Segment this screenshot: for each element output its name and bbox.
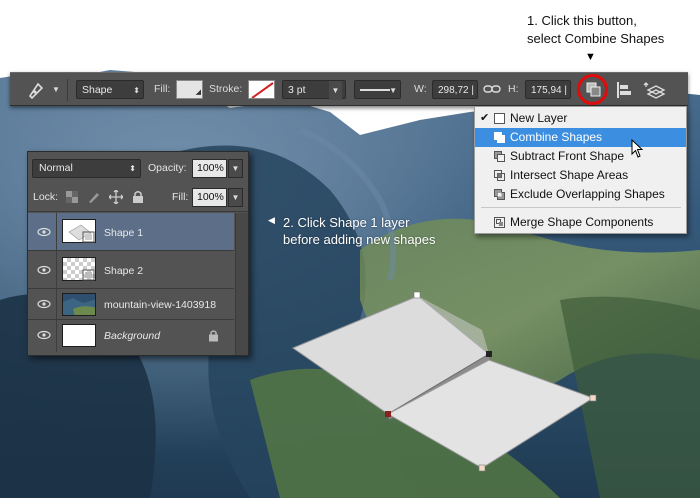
- checkmark-icon: ✔: [480, 112, 490, 124]
- lock-label: Lock:: [33, 191, 59, 203]
- layer-row-shape-1[interactable]: Shape 1: [28, 213, 234, 251]
- layer-thumbnail: [62, 257, 96, 281]
- menu-item-label: Exclude Overlapping Shapes: [510, 187, 665, 201]
- layer-thumbnail: [62, 293, 96, 316]
- layer-row-shape-2[interactable]: Shape 2: [28, 251, 234, 289]
- layer-row-mountain-view[interactable]: mountain-view-1403918: [28, 289, 234, 320]
- layer-name: mountain-view-1403918: [104, 299, 217, 311]
- height-field[interactable]: 175,94 |: [525, 80, 571, 99]
- layer-thumbnail: [62, 324, 96, 347]
- fill-dropdown[interactable]: ▼: [228, 188, 243, 207]
- tool-mode-select[interactable]: Shape ⬍: [76, 80, 144, 99]
- visibility-divider: [56, 289, 57, 319]
- opacity-field[interactable]: 100%: [192, 159, 227, 178]
- no-stroke-slash-icon: [251, 82, 274, 98]
- layer-name: Shape 2: [104, 265, 144, 277]
- opacity-label: Opacity:: [148, 162, 187, 174]
- step1-instruction: 1. Click this button, select Combine Sha…: [527, 12, 664, 48]
- fill-swatch[interactable]: ◢: [176, 80, 203, 99]
- stroke-type-select[interactable]: ▼: [354, 80, 401, 99]
- step2-instruction: 2. Click Shape 1 layer before adding new…: [283, 214, 436, 248]
- highlight-circle: [577, 74, 608, 105]
- lock-position-icon[interactable]: [109, 190, 123, 204]
- stroke-size-value: 3 pt: [288, 84, 306, 96]
- height-label: H:: [508, 83, 519, 95]
- shape-thumbnail-icon: [68, 224, 95, 243]
- menu-separator: [481, 207, 681, 208]
- menu-item-label: Intersect Shape Areas: [510, 168, 629, 182]
- menu-item-intersect-shape-areas[interactable]: Intersect Shape Areas: [475, 166, 686, 185]
- pen-tool-icon[interactable]: [24, 78, 48, 102]
- eye-icon[interactable]: [37, 330, 51, 340]
- chevron-down-icon: ▼: [389, 86, 397, 95]
- menu-item-merge-shape-components[interactable]: Merge Shape Components: [475, 213, 686, 232]
- left-arrow-icon: ◀: [268, 215, 275, 225]
- eye-icon[interactable]: [37, 227, 51, 237]
- menu-item-label: Subtract Front Shape: [510, 149, 625, 163]
- lock-image-pixels-icon[interactable]: [87, 190, 101, 204]
- blend-mode-value: Normal: [39, 162, 73, 174]
- layer-name: Shape 1: [104, 227, 144, 239]
- stepper-icon: ⬍: [133, 86, 140, 95]
- stepper-icon: ⬍: [129, 164, 136, 173]
- photo-thumbnail-icon: [63, 294, 95, 315]
- lock-all-icon[interactable]: [132, 190, 144, 204]
- stroke-size-field[interactable]: 3 pt ▼: [282, 80, 346, 100]
- step2-line2: before adding new shapes: [283, 232, 436, 247]
- layers-panel: Normal ⬍ Opacity: 100% ▼ Lock: Fill: 100…: [27, 151, 249, 356]
- combine-shapes-icon: [494, 132, 505, 143]
- down-arrow-icon: ▼: [585, 51, 596, 63]
- link-icon[interactable]: [483, 80, 501, 98]
- layer-name: Background: [104, 330, 161, 342]
- tool-mode-value: Shape: [82, 84, 113, 96]
- menu-item-label: Merge Shape Components: [510, 215, 654, 229]
- menu-item-label: Combine Shapes: [510, 130, 603, 144]
- eye-icon[interactable]: [37, 299, 51, 309]
- fill-field[interactable]: 100%: [192, 188, 227, 207]
- menu-item-exclude-overlapping-shapes[interactable]: Exclude Overlapping Shapes: [475, 185, 686, 204]
- menu-item-combine-shapes[interactable]: Combine Shapes: [475, 128, 686, 147]
- width-field[interactable]: 298,72 |: [432, 80, 478, 99]
- layer-thumbnail: [62, 219, 96, 243]
- visibility-divider: [56, 213, 57, 250]
- menu-item-subtract-front-shape[interactable]: Subtract Front Shape: [475, 147, 686, 166]
- layers-scrollbar[interactable]: [235, 213, 248, 355]
- layer-row-background[interactable]: Background: [28, 320, 234, 352]
- layers-lock-row: Lock: Fill: 100% ▼: [28, 184, 248, 212]
- width-label: W:: [414, 83, 427, 95]
- lock-icon: [209, 330, 218, 342]
- merge-shape-components-icon: [494, 217, 505, 228]
- lock-transparent-pixels-icon[interactable]: [66, 191, 78, 203]
- menu-item-label: New Layer: [510, 111, 568, 125]
- path-arrangement-icon[interactable]: [642, 78, 666, 102]
- blend-mode-select[interactable]: Normal ⬍: [32, 159, 141, 178]
- shape-thumbnail-icon: [82, 269, 95, 281]
- visibility-divider: [56, 251, 57, 288]
- chevron-down-icon: ▼: [329, 81, 342, 100]
- visibility-divider: [56, 320, 57, 352]
- exclude-overlapping-shapes-icon: [494, 189, 505, 200]
- subtract-front-shape-icon: [494, 151, 505, 162]
- intersect-shape-areas-icon: [494, 170, 505, 181]
- new-layer-icon: [494, 113, 505, 124]
- step1-line2: select Combine Shapes: [527, 31, 665, 46]
- step2-line1: 2. Click Shape 1 layer: [283, 215, 410, 230]
- fill-label: Fill:: [154, 83, 171, 95]
- opacity-dropdown[interactable]: ▼: [228, 159, 243, 178]
- mouse-cursor-icon: [631, 139, 644, 158]
- tool-preset-caret-icon[interactable]: ▼: [52, 80, 60, 99]
- step1-line1: 1. Click this button,: [527, 13, 637, 28]
- menu-item-new-layer[interactable]: ✔ New Layer: [475, 109, 686, 128]
- eye-icon[interactable]: [37, 265, 51, 275]
- layers-blend-row: Normal ⬍ Opacity: 100% ▼: [28, 152, 248, 184]
- path-operations-menu: ✔ New Layer Combine Shapes Subtract Fron…: [474, 106, 687, 234]
- stroke-label: Stroke:: [209, 83, 243, 95]
- stroke-swatch[interactable]: [248, 80, 275, 99]
- path-alignment-icon[interactable]: [612, 78, 636, 102]
- fill-label: Fill:: [172, 191, 189, 203]
